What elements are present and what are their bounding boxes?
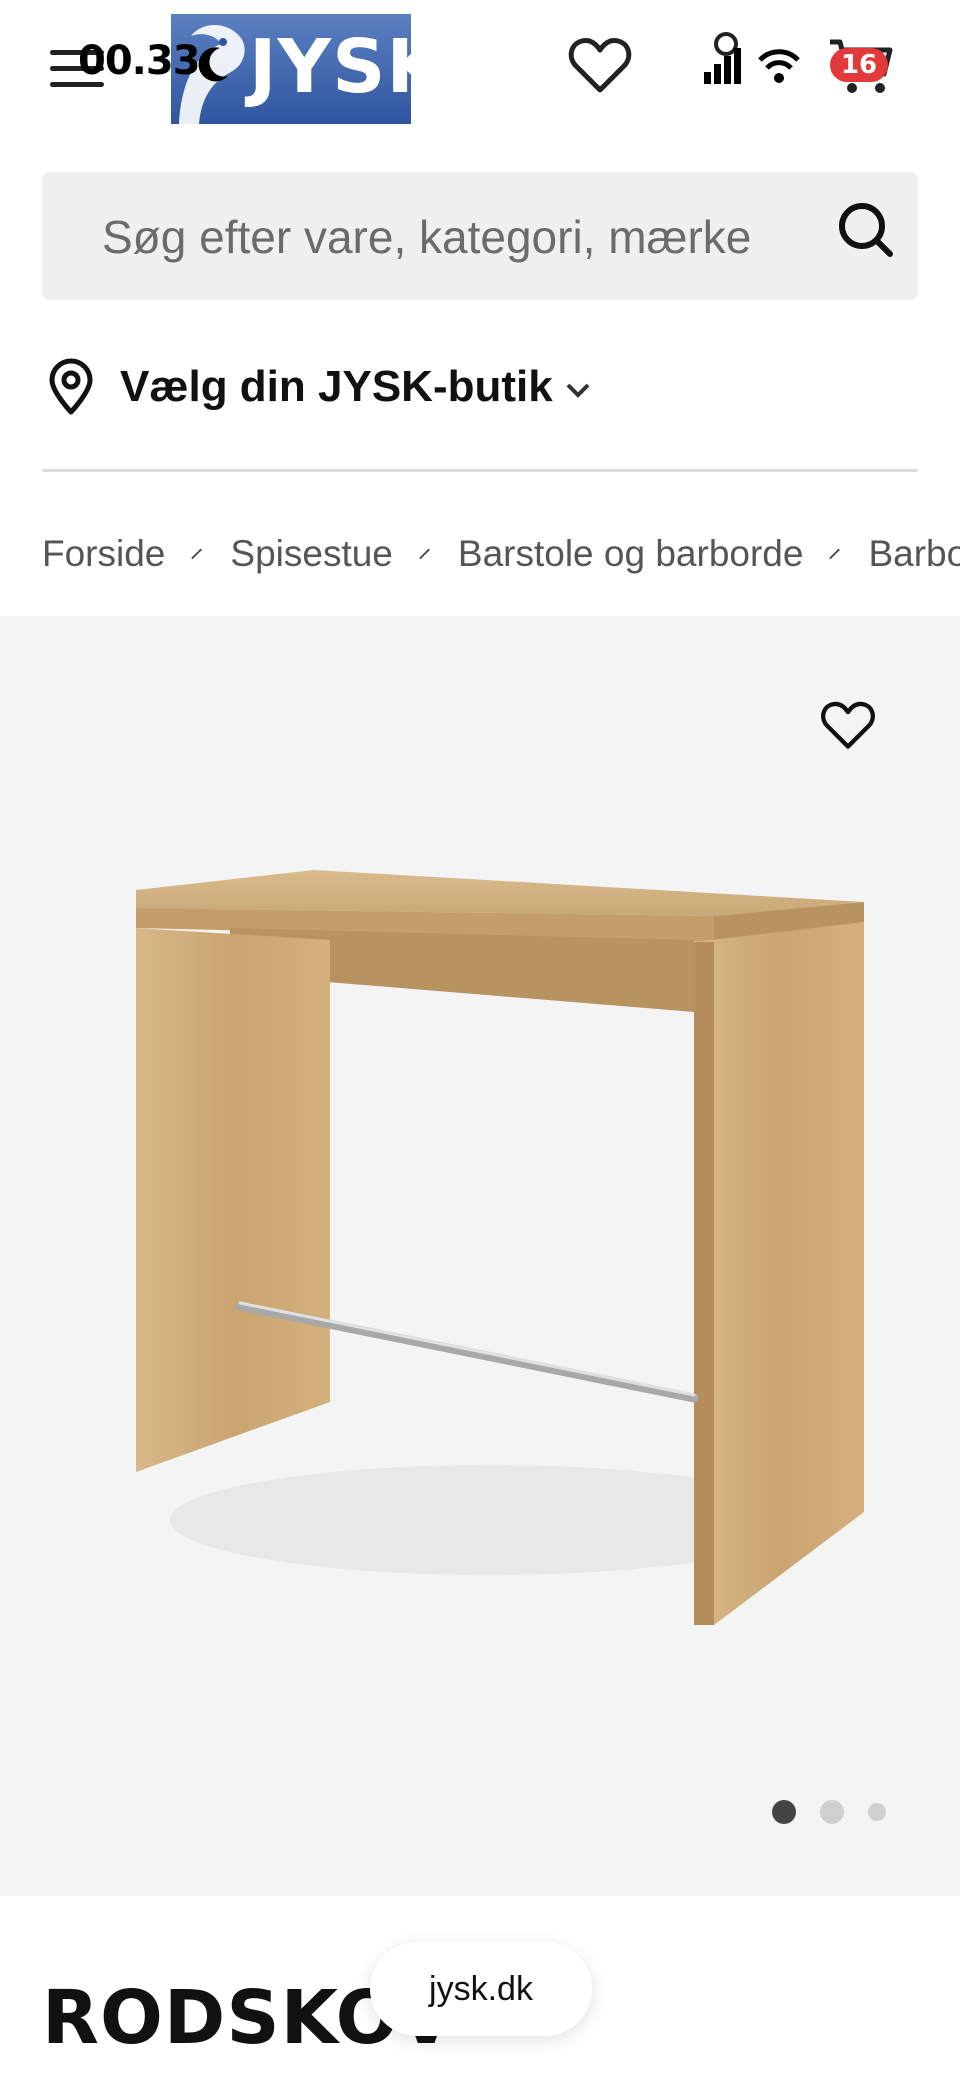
carousel-dot-2[interactable] — [820, 1800, 844, 1824]
chevron-right-icon — [419, 548, 430, 560]
breadcrumb-item-forside[interactable]: Forside — [42, 533, 165, 575]
chevron-right-icon — [829, 548, 841, 560]
chevron-right-icon — [191, 548, 203, 560]
search-icon[interactable] — [836, 200, 896, 260]
cart-count-badge: 16 — [830, 48, 888, 82]
site-header: JYSK 00.33 16 — [0, 0, 960, 140]
store-selector[interactable]: Vælg din JYSK-butik — [42, 352, 593, 422]
divider — [42, 469, 918, 472]
location-pin-icon — [49, 358, 93, 415]
carousel-dot-3[interactable] — [868, 1803, 886, 1821]
heart-icon[interactable] — [568, 36, 632, 94]
carousel-dot-1[interactable] — [772, 1800, 796, 1824]
product-image — [136, 870, 864, 1625]
browser-url-pill[interactable]: jysk.dk — [370, 1942, 592, 2036]
moon-icon — [198, 47, 228, 82]
search-bar — [42, 172, 918, 300]
breadcrumb-item-spisestue[interactable]: Spisestue — [230, 533, 393, 575]
store-selector-label: Vælg din JYSK-butik — [120, 362, 553, 411]
chevron-down-icon — [566, 383, 590, 398]
status-icons — [704, 32, 800, 84]
breadcrumb-item-barstole[interactable]: Barstole og barborde — [458, 533, 804, 575]
search-input[interactable] — [102, 202, 802, 272]
logo-wordmark: JYSK — [249, 24, 411, 110]
breadcrumb: Forside Spisestue Barstole og barborde B… — [42, 524, 960, 584]
status-time: 00.33 — [78, 38, 201, 84]
breadcrumb-item-barborde[interactable]: Barborde — [868, 533, 960, 575]
carousel-indicator — [772, 1800, 910, 1824]
favorite-heart-icon[interactable] — [820, 700, 876, 750]
